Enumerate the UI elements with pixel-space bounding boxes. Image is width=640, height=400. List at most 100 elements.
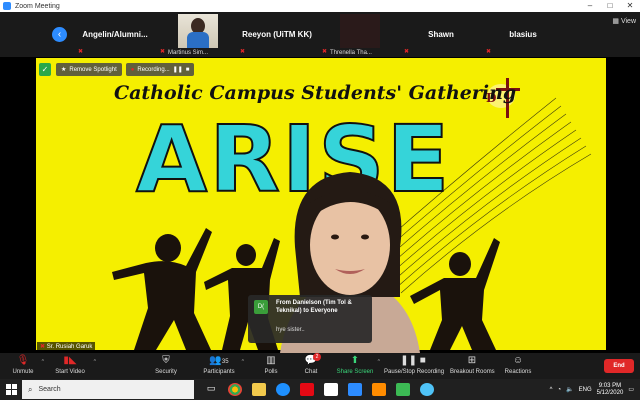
netflix-icon[interactable] <box>300 383 314 396</box>
file-explorer-icon[interactable] <box>252 383 266 396</box>
share-screen-label: Share Screen <box>336 369 374 375</box>
chevron-up-icon[interactable]: ^ <box>378 359 380 365</box>
sender-avatar: D( <box>254 300 268 314</box>
breakout-icon: ⊞ <box>467 355 477 366</box>
chevron-up-icon[interactable]: ^ <box>550 387 553 393</box>
clock-date: 5/12/2020 <box>596 389 624 396</box>
chevron-up-icon[interactable]: ^ <box>42 359 44 365</box>
system-tray: ^ ◔ 🔈 ENG 9:03 PM 5/12/2020 ▭ <box>550 379 640 400</box>
zoom-window: Zoom Meeting – □ ✕ ‹ Angelin/Alumni... ✖… <box>0 0 640 400</box>
reactions-button[interactable]: ☺ Reactions <box>504 355 532 375</box>
taskbar-search[interactable]: ⌕ Search <box>22 380 194 399</box>
chat-unread-badge: 2 <box>313 353 321 361</box>
breakout-rooms-button[interactable]: ⊞ Breakout Rooms <box>450 355 495 375</box>
participant-tile[interactable]: Reeyon (UiTM KK) ✖ <box>238 12 316 57</box>
maximize-button[interactable]: □ <box>600 0 620 12</box>
search-icon: ⌕ <box>28 384 33 394</box>
participant-name: Angelin/Alumni... <box>82 30 148 39</box>
chat-notification[interactable]: D( From Danielson (Tim Tol & Teknikal) t… <box>248 295 372 343</box>
security-label: Security <box>155 369 177 375</box>
window-title: Zoom Meeting <box>15 2 60 10</box>
participants-button[interactable]: 👥35 Participants ^ <box>200 355 244 375</box>
participant-tile[interactable]: ✖ Martinus Sim... <box>158 12 236 57</box>
participant-tile[interactable]: blasius ✖ <box>484 12 562 57</box>
participant-name: blasius <box>509 30 537 39</box>
unmute-button[interactable]: 🎙 Unmute ^ <box>8 355 44 375</box>
window-controls: – □ ✕ <box>580 0 640 12</box>
meeting-toolbar: 🎙 Unmute ^ ▮◣ Start Video ^ ⛨ Security 👥… <box>0 353 640 379</box>
edge-icon[interactable] <box>276 383 290 396</box>
app-icon-2[interactable] <box>420 383 434 396</box>
zoom-logo-icon <box>3 2 11 10</box>
participant-tile[interactable]: Shawn ✖ <box>402 12 480 57</box>
mic-muted-icon: ✖ <box>486 49 492 55</box>
wifi-icon[interactable]: ◔ <box>558 387 562 393</box>
shield-icon: ⛨ <box>162 355 170 366</box>
participant-video <box>178 14 218 48</box>
mic-muted-icon: 🎙 <box>16 355 30 366</box>
participant-tile[interactable]: ✖ Threnella Tha... <box>320 12 398 57</box>
stop-recording-icon[interactable]: ■ <box>186 67 190 73</box>
reactions-label: Reactions <box>504 369 532 375</box>
pause-stop-recording-button[interactable]: ❚❚ ■ Pause/Stop Recording <box>384 355 445 375</box>
language-indicator[interactable]: ENG <box>579 387 592 393</box>
speaker-name-label: ✖ Sr. Rusiah Garuk <box>37 342 96 351</box>
view-label: View <box>620 18 636 25</box>
clock-time: 9:03 PM <box>598 382 622 389</box>
grid-icon: ▦ <box>612 18 619 25</box>
recording-icon: ❚❚ ■ <box>400 355 426 366</box>
chrome-icon[interactable] <box>228 383 242 396</box>
minimize-button[interactable]: – <box>580 0 600 12</box>
mic-muted-icon: ✖ <box>78 49 84 55</box>
windows-start-icon[interactable] <box>6 384 17 395</box>
pause-stop-recording-label: Pause/Stop Recording <box>384 369 445 375</box>
breakout-rooms-label: Breakout Rooms <box>450 369 495 375</box>
reactions-icon: ☺ <box>512 355 524 366</box>
participant-video <box>340 14 380 48</box>
polls-button[interactable]: ▥ Polls <box>260 355 282 375</box>
mic-muted-icon: ✖ <box>160 49 166 55</box>
close-button[interactable]: ✕ <box>620 0 640 12</box>
chat-message: hye sister.. <box>276 327 305 333</box>
view-button[interactable]: ▦ View <box>612 17 636 25</box>
security-shield-icon: ✓ <box>39 63 51 76</box>
chat-label: Chat <box>304 369 318 375</box>
remove-spotlight-button[interactable]: ★ Remove Spotlight <box>56 63 122 76</box>
app-icon[interactable] <box>396 383 410 396</box>
chat-button[interactable]: 💬 2 Chat <box>300 353 322 375</box>
slide-heading: Catholic Campus Students' Gathering <box>114 82 517 104</box>
share-screen-button[interactable]: ⬆ Share Screen ^ <box>336 355 380 375</box>
start-video-button[interactable]: ▮◣ Start Video ^ <box>50 355 96 375</box>
start-video-label: Start Video <box>55 369 85 375</box>
mic-muted-icon: ✖ <box>322 49 328 55</box>
participant-name: Martinus Sim... <box>168 50 209 56</box>
speaker-name: Sr. Rusiah Garuk <box>46 344 93 350</box>
participant-name: Reeyon (UiTM KK) <box>242 30 312 39</box>
clock[interactable]: 9:03 PM 5/12/2020 <box>597 383 624 397</box>
zoom-taskbar-icon[interactable] <box>348 383 362 396</box>
volume-icon[interactable]: 🔈 <box>566 386 573 393</box>
chevron-up-icon[interactable]: ^ <box>94 359 96 365</box>
security-button[interactable]: ⛨ Security <box>150 355 182 375</box>
end-meeting-button[interactable]: End <box>604 359 634 373</box>
windows-taskbar: ⌕ Search ▭ ^ ◔ 🔈 ENG 9:03 PM 5/12/2020 ▭ <box>0 379 640 400</box>
unmute-label: Unmute <box>12 369 34 375</box>
chevron-up-icon[interactable]: ^ <box>242 359 244 365</box>
mic-muted-icon: ✖ <box>404 49 410 55</box>
participant-tile[interactable]: Angelin/Alumni... ✖ <box>76 12 154 57</box>
video-off-icon: ▮◣ <box>63 355 77 366</box>
media-player-icon[interactable] <box>372 383 386 396</box>
mic-muted-icon: ✖ <box>40 344 46 350</box>
participant-name: Shawn <box>428 30 454 39</box>
polls-icon: ▥ <box>266 355 276 366</box>
scroll-left-button[interactable]: ‹ <box>52 27 67 42</box>
share-screen-icon: ⬆ <box>350 355 360 366</box>
meeting-status-bar: ★ Remove Spotlight ● Recording... ❚❚ ■ <box>56 63 195 76</box>
notifications-icon[interactable]: ▭ <box>628 386 634 393</box>
chat-sender: From Danielson (Tim Tol & Teknikal) to E… <box>276 300 352 314</box>
pause-recording-icon[interactable]: ❚❚ <box>173 66 183 73</box>
remove-spotlight-label: Remove Spotlight <box>69 66 117 73</box>
store-icon[interactable] <box>324 383 338 396</box>
polls-label: Polls <box>264 369 278 375</box>
task-view-icon[interactable]: ▭ <box>204 383 218 396</box>
